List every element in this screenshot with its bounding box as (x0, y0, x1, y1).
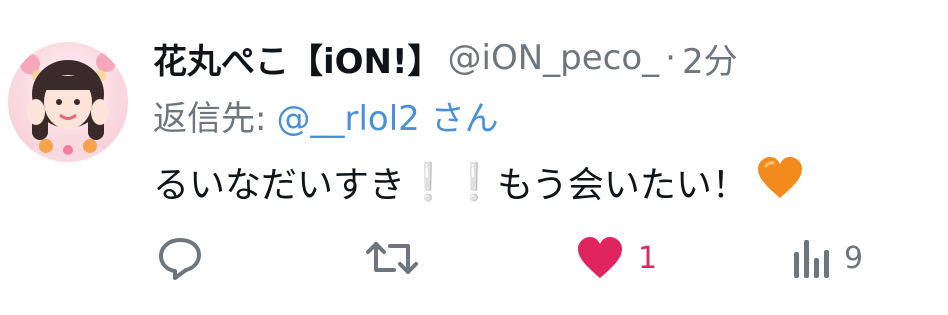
views-count: 9 (844, 240, 864, 276)
views-button[interactable]: 9 (790, 228, 863, 288)
tweet[interactable]: 花丸ぺこ【iON!】 @iON_peco_ · 2分 返信先: @__rlol2… (0, 0, 948, 315)
views-icon (794, 240, 829, 278)
body-text: るいなだいすき (153, 165, 406, 206)
like-count: 1 (638, 240, 658, 276)
exclamation-emoji: ❕ (451, 162, 497, 203)
avatar-image (8, 42, 128, 162)
tweet-header: 花丸ぺこ【iON!】 @iON_peco_ · 2分 (153, 30, 738, 86)
reply-button[interactable] (156, 228, 218, 288)
reply-target-link[interactable]: @__rlol2 さん (276, 91, 498, 140)
retweet-button[interactable] (364, 228, 434, 288)
timestamp[interactable]: 2分 (682, 34, 738, 83)
reply-to-line: 返信先: @__rlol2 さん (153, 90, 499, 140)
retweet-icon (366, 242, 418, 274)
avatar[interactable] (8, 42, 128, 162)
exclamation-emoji: ❕ (405, 162, 451, 203)
like-button[interactable]: 1 (576, 228, 657, 288)
action-bar: 1 9 (0, 228, 948, 288)
orange-heart-icon (756, 156, 804, 209)
display-name[interactable]: 花丸ぺこ【iON!】 (153, 34, 442, 83)
separator-dot: · (665, 38, 676, 78)
user-handle[interactable]: @iON_peco_ (448, 38, 660, 78)
tweet-body: るいなだいすき ❕ ❕ もう会いたい！ (153, 152, 804, 212)
reply-icon (159, 238, 201, 280)
reply-prefix: 返信先: (153, 98, 267, 139)
body-text-2: もう会いたい！ (497, 165, 748, 206)
heart-icon (578, 237, 622, 278)
